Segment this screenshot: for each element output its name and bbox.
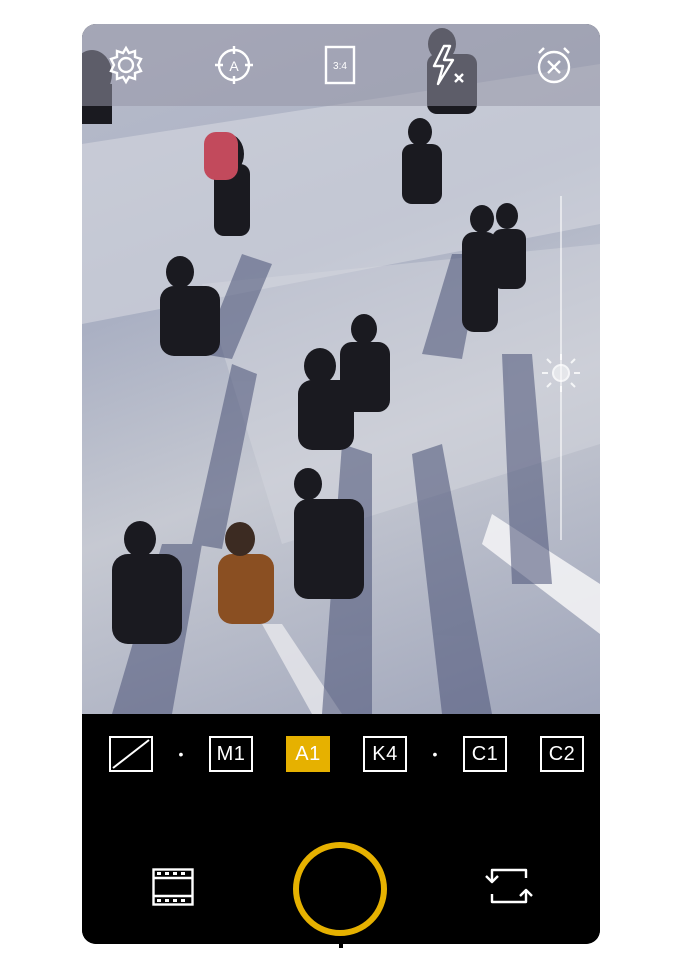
aspect-ratio-label: 3:4: [333, 61, 347, 72]
no-filter-icon[interactable]: [109, 736, 153, 772]
aspect-ratio-icon[interactable]: 3:4: [320, 44, 360, 86]
sun-icon[interactable]: [540, 352, 582, 394]
switch-camera-icon[interactable]: [484, 866, 534, 911]
focus-auto-label: A: [229, 58, 239, 74]
viewfinder-photo[interactable]: A 3:4: [82, 24, 600, 714]
mode-a1[interactable]: A1: [286, 736, 330, 772]
camera-screen: A 3:4 • M1 A1 K4 • C1 C2: [82, 24, 600, 944]
mode-c1[interactable]: C1: [463, 736, 507, 772]
mode-separator: •: [178, 746, 184, 762]
mode-k4[interactable]: K4: [363, 736, 407, 772]
focus-auto-icon[interactable]: A: [214, 44, 254, 86]
flash-off-icon[interactable]: [426, 44, 466, 86]
film-strip-icon[interactable]: [152, 868, 194, 911]
timer-off-icon[interactable]: [534, 44, 574, 86]
settings-gear-icon[interactable]: [106, 44, 146, 86]
mode-c2[interactable]: C2: [540, 736, 584, 772]
mode-separator: •: [432, 746, 438, 762]
top-toolbar: A 3:4: [82, 24, 600, 106]
camera-controls: • M1 A1 K4 • C1 C2: [82, 714, 600, 944]
home-indicator: [339, 936, 343, 948]
shutter-button[interactable]: [293, 842, 387, 936]
mode-m1[interactable]: M1: [209, 736, 253, 772]
